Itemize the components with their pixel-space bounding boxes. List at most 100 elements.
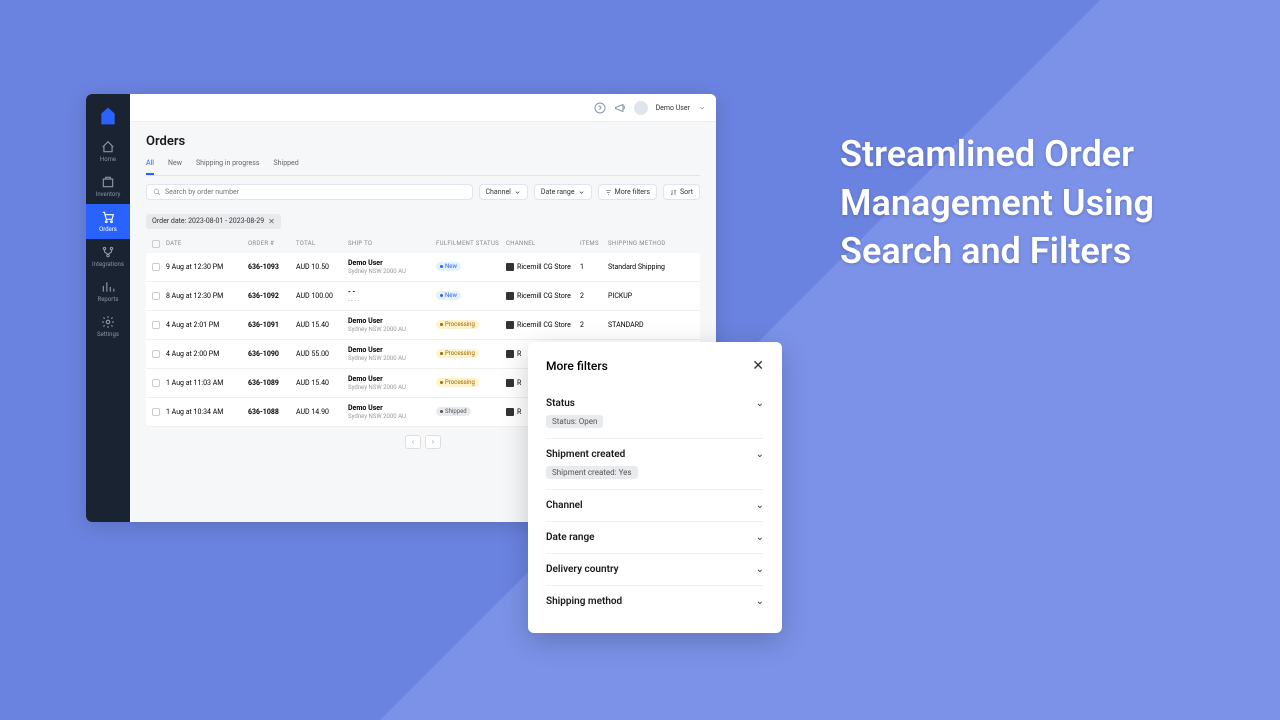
nav-reports[interactable]: Reports: [86, 274, 130, 309]
row-checkbox[interactable]: [152, 263, 160, 271]
nav-integrations[interactable]: Integrations: [86, 239, 130, 274]
help-icon[interactable]: [594, 102, 606, 114]
filter-bar: Channel Date range More filters Sort: [146, 184, 700, 200]
cell-order: 636-1090: [248, 350, 296, 358]
cell-channel: Ricemill CG Store: [506, 292, 580, 300]
user-name: Demo User: [656, 104, 690, 112]
nav-inventory[interactable]: Inventory: [86, 169, 130, 204]
row-checkbox[interactable]: [152, 321, 160, 329]
tab-new[interactable]: New: [168, 159, 182, 175]
cell-order: 636-1091: [248, 321, 296, 329]
sidebar: Home Inventory Orders Integrations Repor…: [86, 94, 130, 522]
filter-label: Shipping method: [546, 596, 622, 607]
hero-text: Streamlined Order Management Using Searc…: [840, 130, 1200, 276]
nav-label: Home: [100, 156, 116, 163]
sort-icon: [670, 189, 677, 196]
filter-section[interactable]: StatusStatus: Open⌄: [546, 388, 764, 439]
search-box[interactable]: [146, 184, 473, 200]
daterange-filter[interactable]: Date range: [534, 184, 592, 200]
chevron-down-icon[interactable]: ⌄: [756, 532, 764, 543]
cell-shipto: Demo UserSydney NSW 2000 AU: [348, 317, 436, 333]
prev-page[interactable]: ‹: [405, 435, 421, 449]
tab-all[interactable]: All: [146, 159, 154, 175]
cell-total: AUD 55.00: [296, 350, 348, 358]
sort-button[interactable]: Sort: [663, 184, 700, 200]
cell-order: 636-1093: [248, 263, 296, 271]
col-method: SHIPPING METHOD: [608, 240, 694, 248]
cell-items: 1: [580, 263, 608, 271]
filter-section[interactable]: Delivery country ⌄: [546, 554, 764, 586]
cell-status: New: [436, 291, 506, 300]
chevron-down-icon[interactable]: ⌄: [756, 564, 764, 575]
row-checkbox[interactable]: [152, 292, 160, 300]
nav-orders[interactable]: Orders: [86, 204, 130, 239]
close-icon[interactable]: ✕: [268, 217, 275, 226]
row-checkbox[interactable]: [152, 350, 160, 358]
nav-label: Orders: [99, 226, 117, 233]
cell-date: 1 Aug at 10:34 AM: [166, 408, 248, 416]
channel-icon: [506, 379, 514, 387]
filter-section[interactable]: Shipping method ⌄: [546, 586, 764, 617]
col-status: FULFILMENT STATUS: [436, 240, 506, 248]
announce-icon[interactable]: [614, 102, 626, 114]
cell-order: 636-1089: [248, 379, 296, 387]
cell-method: PICKUP: [608, 292, 694, 300]
cell-total: AUD 15.40: [296, 321, 348, 329]
cell-date: 4 Aug at 2:01 PM: [166, 321, 248, 329]
next-page[interactable]: ›: [425, 435, 441, 449]
filter-section[interactable]: Shipment createdShipment created: Yes⌄: [546, 439, 764, 490]
topbar: Demo User: [130, 94, 716, 122]
avatar[interactable]: [634, 101, 648, 115]
nav-settings[interactable]: Settings: [86, 309, 130, 344]
tab-shipping[interactable]: Shipping in progress: [196, 159, 260, 175]
row-checkbox[interactable]: [152, 379, 160, 387]
col-total: TOTAL: [296, 240, 348, 248]
filter-section[interactable]: Channel⌄: [546, 490, 764, 522]
tab-shipped[interactable]: Shipped: [273, 159, 298, 175]
filter-label: Delivery country: [546, 564, 619, 575]
chevron-down-icon[interactable]: ⌄: [756, 449, 764, 460]
active-filter-chip[interactable]: Order date: 2023-08-01 - 2023-08-29 ✕: [146, 214, 281, 229]
panel-header: More filters ✕: [546, 358, 764, 374]
chevron-down-icon[interactable]: ⌄: [756, 500, 764, 511]
channel-filter[interactable]: Channel: [479, 184, 528, 200]
table-row[interactable]: 4 Aug at 2:01 PM 636-1091 AUD 15.40 Demo…: [146, 311, 700, 340]
cell-shipto: Demo UserSydney NSW 2000 AU: [348, 346, 436, 362]
cell-date: 4 Aug at 2:00 PM: [166, 350, 248, 358]
row-checkbox[interactable]: [152, 408, 160, 416]
cell-status: Processing: [436, 320, 506, 329]
cell-total: AUD 100.00: [296, 292, 348, 300]
chevron-down-icon[interactable]: ⌄: [756, 398, 764, 409]
cell-items: 2: [580, 292, 608, 300]
channel-icon: [506, 263, 514, 271]
more-filters-button[interactable]: More filters: [598, 184, 657, 200]
chevron-down-icon: [578, 189, 585, 196]
cell-order: 636-1088: [248, 408, 296, 416]
search-input[interactable]: [165, 188, 466, 196]
nav-label: Inventory: [96, 191, 121, 198]
table-header: DATE ORDER # TOTAL SHIP TO FULFILMENT ST…: [146, 235, 700, 253]
cell-method: STANDARD: [608, 321, 694, 329]
channel-icon: [506, 321, 514, 329]
channel-icon: [506, 350, 514, 358]
cell-total: AUD 10.50: [296, 263, 348, 271]
cell-items: 2: [580, 321, 608, 329]
nav-label: Settings: [97, 331, 119, 338]
cell-shipto: Demo UserSydney NSW 2000 AU: [348, 404, 436, 420]
chevron-down-icon[interactable]: ⌄: [756, 596, 764, 607]
cell-shipto: Demo UserSydney NSW 2000 AU: [348, 259, 436, 275]
select-all-checkbox[interactable]: [152, 240, 160, 248]
cell-channel: Ricemill CG Store: [506, 263, 580, 271]
tabs: All New Shipping in progress Shipped: [146, 159, 700, 176]
nav-home[interactable]: Home: [86, 134, 130, 169]
filter-label: Shipment created: [546, 449, 638, 460]
close-icon[interactable]: ✕: [752, 358, 764, 374]
chevron-down-icon[interactable]: [698, 104, 706, 112]
table-row[interactable]: 9 Aug at 12:30 PM 636-1093 AUD 10.50 Dem…: [146, 253, 700, 282]
table-row[interactable]: 8 Aug at 12:30 PM 636-1092 AUD 100.00 - …: [146, 282, 700, 311]
col-date: DATE: [166, 240, 248, 248]
filter-label: Date range: [546, 532, 595, 543]
cell-method: Standard Shipping: [608, 263, 694, 271]
col-channel: CHANNEL: [506, 240, 580, 248]
filter-section[interactable]: Date range ⌄: [546, 522, 764, 554]
